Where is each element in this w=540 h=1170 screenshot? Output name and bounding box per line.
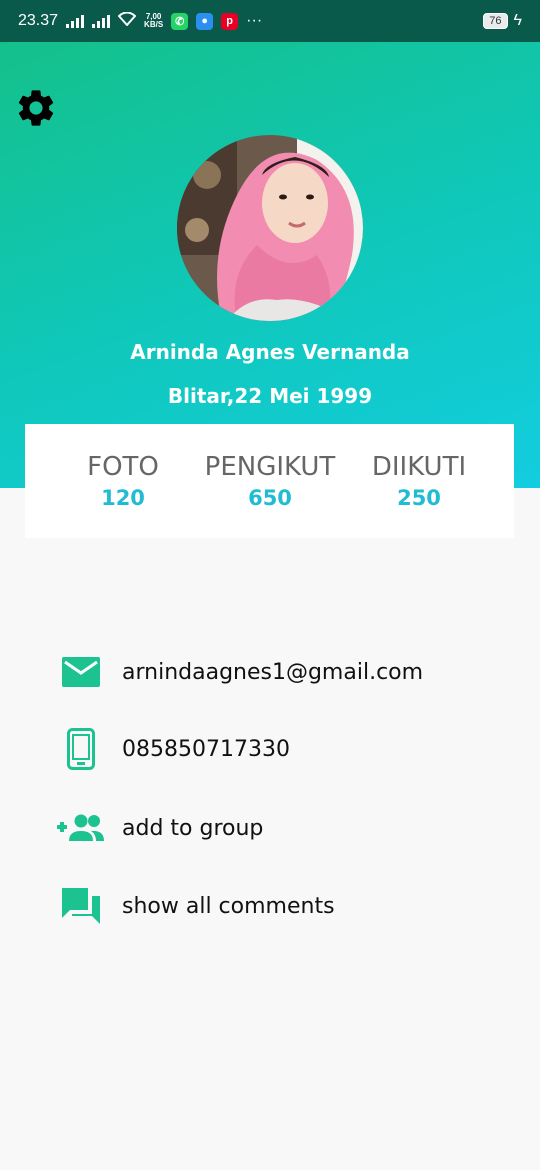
show-comments-text: show all comments	[122, 893, 335, 919]
phone-text: 085850717330	[122, 736, 290, 762]
battery-icon: 76	[483, 13, 508, 29]
show-comments-row[interactable]: show all comments	[56, 884, 516, 928]
phone-row[interactable]: 085850717330	[56, 727, 516, 771]
stat-diikuti[interactable]: DIIKUTI 250	[339, 424, 499, 510]
profile-birth-info: Blitar,22 Mei 1999	[167, 384, 373, 408]
signal-icon	[92, 14, 111, 28]
stat-label: FOTO	[87, 452, 159, 482]
profile-name: Arninda Agnes Vernanda	[130, 340, 410, 364]
forum-icon	[56, 884, 106, 928]
status-time: 23.37	[18, 12, 59, 29]
add-to-group-row[interactable]: add to group	[56, 806, 516, 850]
pinterest-icon: p	[221, 12, 239, 30]
email-row[interactable]: arnindaagnes1@gmail.com	[56, 650, 516, 694]
stat-value: 650	[248, 486, 292, 510]
messenger-icon: ●	[196, 12, 214, 30]
stat-value: 250	[397, 486, 441, 510]
stat-value: 120	[101, 486, 145, 510]
stats-card: FOTO 120 PENGIKUT 650 DIIKUTI 250	[25, 424, 514, 538]
settings-gear-icon[interactable]	[14, 86, 58, 130]
stat-foto[interactable]: FOTO 120	[43, 424, 203, 510]
smartphone-icon	[56, 727, 106, 771]
wifi-icon	[117, 11, 137, 31]
network-speed: 7,00 KB/S	[144, 12, 164, 29]
signal-icon	[66, 14, 85, 28]
more-notifications-icon: ···	[246, 12, 263, 29]
email-text: arnindaagnes1@gmail.com	[122, 659, 424, 685]
add-to-group-text: add to group	[122, 815, 264, 841]
email-icon	[56, 650, 106, 694]
whatsapp-icon: ✆	[171, 12, 189, 30]
charging-icon: ϟ	[513, 12, 522, 29]
stat-label: PENGIKUT	[204, 452, 336, 482]
profile-avatar[interactable]	[177, 135, 363, 321]
status-bar: 23.37 7,00 KB/S ✆ ● p ··· 76 ϟ	[0, 0, 540, 42]
stat-pengikut[interactable]: PENGIKUT 650	[190, 424, 350, 510]
group-add-icon	[56, 806, 106, 850]
stat-label: DIIKUTI	[371, 452, 467, 482]
